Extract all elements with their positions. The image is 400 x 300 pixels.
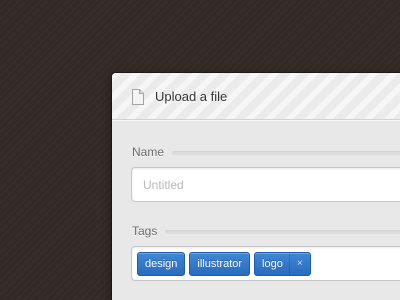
name-label-row: Name (132, 144, 400, 160)
tags-label: Tags (132, 224, 158, 238)
file-icon (132, 89, 144, 105)
dialog-header: Upload a file (112, 73, 400, 120)
name-input[interactable] (131, 167, 400, 202)
tag-label: design (145, 257, 178, 270)
tag-design[interactable]: design (137, 251, 186, 276)
tag-remove-icon[interactable]: × (288, 252, 303, 275)
tags-input[interactable]: design illustrator logo × (131, 246, 400, 281)
upload-dialog: Upload a file Name Tags design illustrat… (112, 73, 400, 300)
tag-label: illustrator (197, 257, 243, 270)
name-label: Name (132, 145, 165, 159)
label-divider (172, 150, 400, 155)
label-divider (165, 229, 400, 234)
tag-label: logo (262, 257, 283, 270)
tag-logo[interactable]: logo × (254, 251, 311, 276)
dialog-title: Upload a file (155, 89, 228, 104)
tag-illustrator[interactable]: illustrator (189, 251, 251, 276)
tags-label-row: Tags (132, 223, 400, 239)
